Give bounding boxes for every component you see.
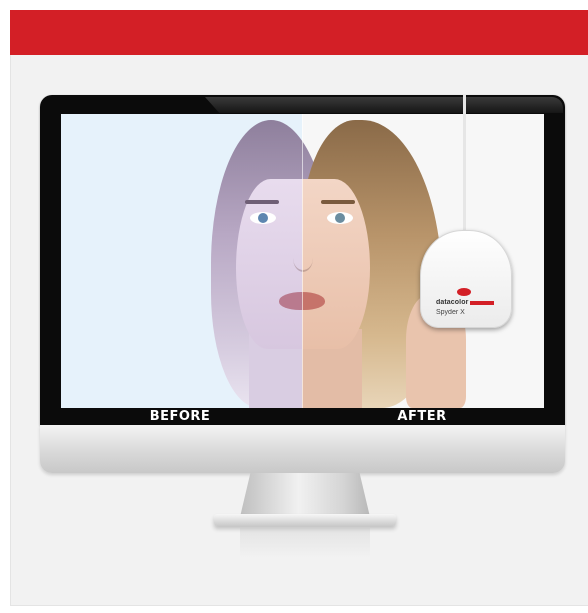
left-eye	[250, 212, 276, 224]
monitor-chin	[40, 425, 565, 473]
device-eye-logo-icon	[457, 288, 471, 296]
face-before	[236, 179, 302, 349]
monitor-bottom-bezel	[40, 408, 565, 425]
after-label: AFTER	[397, 409, 447, 424]
device-cable	[463, 95, 466, 235]
right-iris	[335, 213, 345, 223]
left-iris	[258, 213, 268, 223]
right-eyebrow	[321, 200, 355, 204]
stand-reflection	[240, 528, 370, 558]
before-label: BEFORE	[149, 409, 211, 424]
left-eyebrow	[245, 200, 279, 204]
right-eye	[327, 212, 353, 224]
red-header-bar	[10, 10, 588, 55]
monitor-stand-base	[214, 514, 396, 526]
device-model-label: Spyder X	[436, 309, 465, 316]
bezel-highlight	[205, 97, 563, 113]
nose	[293, 244, 313, 272]
device-brand-stripe	[470, 301, 494, 305]
monitor-stand-neck	[240, 473, 370, 517]
before-after-divider	[302, 114, 303, 408]
